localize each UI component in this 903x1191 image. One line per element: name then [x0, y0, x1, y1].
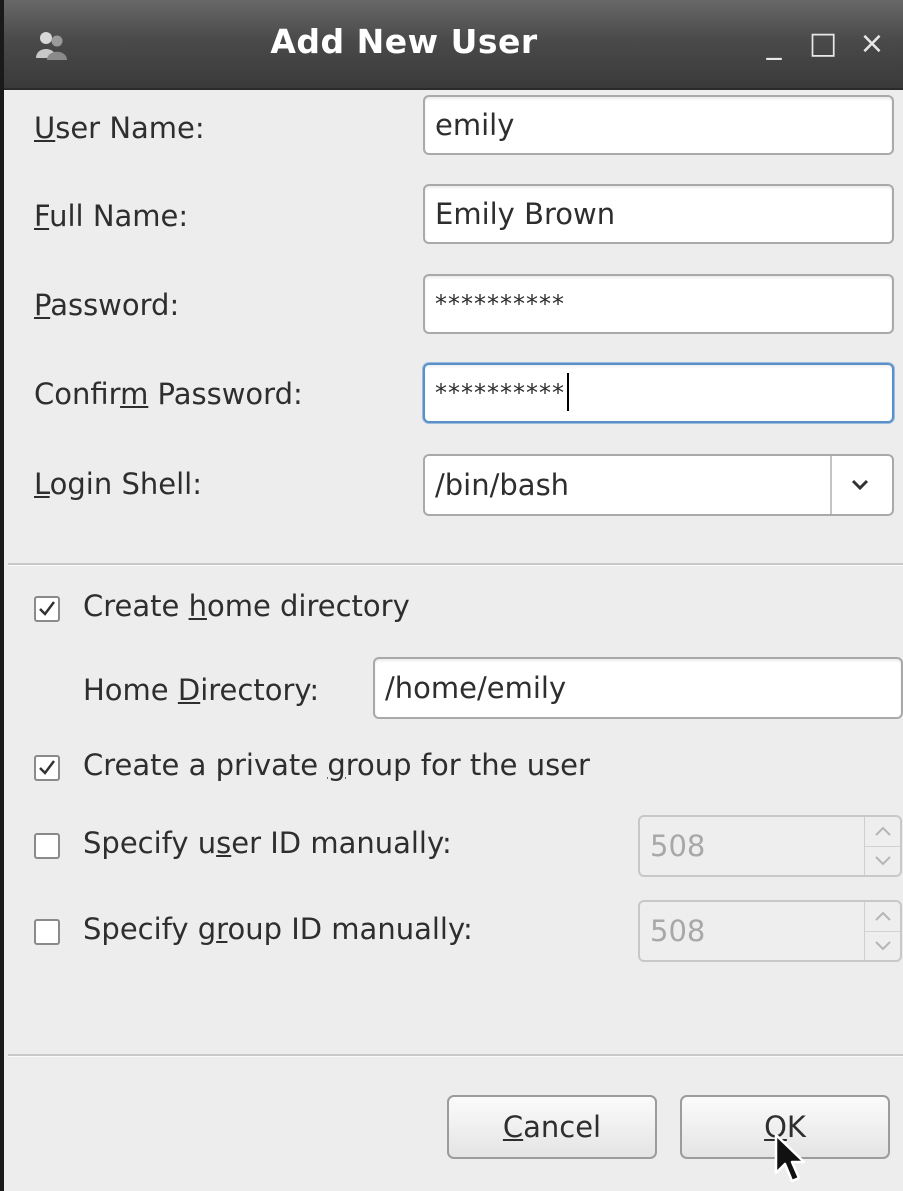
specify-user-id-checkbox[interactable] [34, 833, 60, 859]
text-caret [567, 373, 569, 411]
dropdown-separator [830, 456, 832, 514]
home-directory-input[interactable]: /home/emily [373, 657, 903, 719]
checkmark-icon [39, 601, 55, 616]
private-group-label[interactable]: Create a private group for the user [83, 748, 590, 782]
confirm-password-value: ********** [435, 379, 565, 407]
cancel-button[interactable]: Cancel [447, 1095, 657, 1159]
specify-group-id-label[interactable]: Specify group ID manually: [83, 912, 473, 946]
group-id-value: 508 [650, 914, 706, 948]
user-name-input[interactable]: emily [423, 95, 894, 155]
specify-group-id-checkbox[interactable] [34, 919, 60, 945]
create-home-label[interactable]: Create home directory [83, 589, 410, 623]
home-directory-label: Home Directory: [83, 673, 320, 707]
create-home-checkbox[interactable] [34, 596, 60, 622]
login-shell-dropdown[interactable]: /bin/bash [423, 454, 894, 516]
maximize-button[interactable]: □ [805, 26, 841, 62]
password-label: Password: [34, 288, 180, 322]
login-shell-label: Login Shell: [34, 467, 202, 501]
chevron-down-icon[interactable] [845, 470, 875, 500]
title-bar[interactable]: Add New User _ □ × [4, 0, 903, 90]
group-id-spinner[interactable]: 508 [638, 900, 902, 962]
spinner-buttons [864, 817, 901, 875]
add-new-user-dialog: Add New User _ □ × User Name: emily Full… [0, 0, 903, 1191]
user-name-label: User Name: [34, 111, 205, 145]
user-id-value: 508 [650, 829, 706, 863]
specify-user-id-label[interactable]: Specify user ID manually: [83, 826, 452, 860]
login-shell-value: /bin/bash [435, 468, 570, 502]
section-divider [8, 563, 903, 566]
checkmark-icon [39, 760, 55, 775]
chevron-up-icon[interactable] [865, 902, 901, 932]
confirm-password-input[interactable]: ********** [423, 363, 894, 423]
confirm-password-label: Confirm Password: [34, 377, 303, 411]
mouse-pointer-icon [774, 1133, 806, 1183]
full-name-input[interactable]: Emily Brown [423, 184, 894, 244]
close-button[interactable]: × [854, 26, 890, 62]
user-id-spinner[interactable]: 508 [638, 815, 902, 877]
password-value: ********** [435, 290, 565, 318]
private-group-checkbox[interactable] [34, 755, 60, 781]
minimize-button[interactable]: _ [756, 26, 792, 62]
window-title: Add New User [270, 22, 538, 61]
full-name-label: Full Name: [34, 199, 189, 233]
chevron-up-icon[interactable] [865, 817, 901, 847]
spinner-buttons [864, 902, 901, 960]
button-divider [8, 1054, 903, 1057]
password-input[interactable]: ********** [423, 274, 894, 334]
chevron-down-icon[interactable] [865, 931, 901, 960]
chevron-down-icon[interactable] [865, 846, 901, 875]
